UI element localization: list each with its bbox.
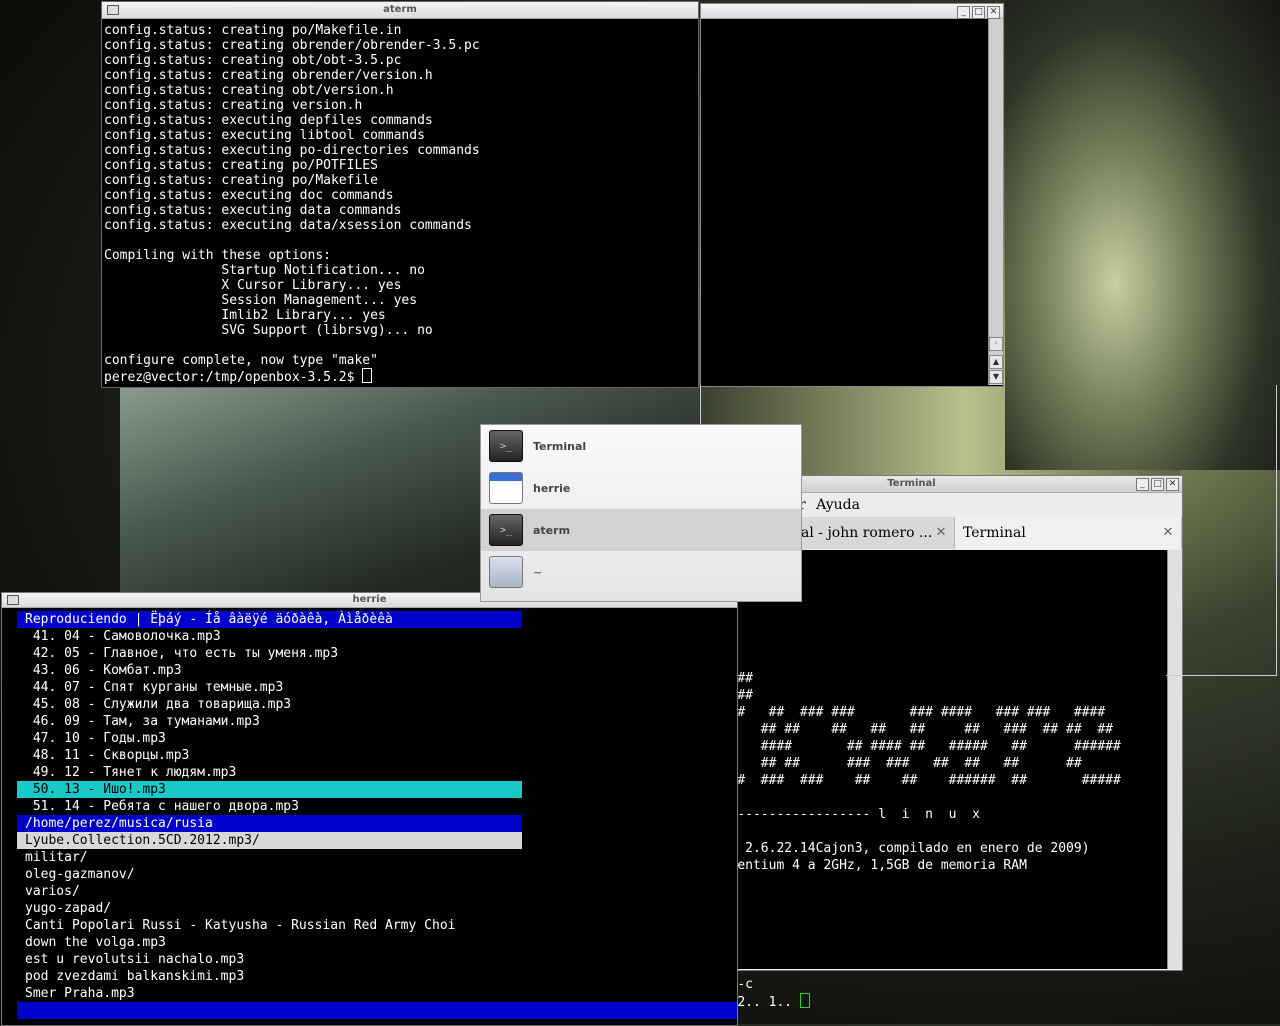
close-tab-icon[interactable]: ✕	[1161, 526, 1175, 540]
terminal-line: config.status: creating po/POTFILES	[104, 158, 378, 173]
gtk-maximize-button[interactable]: □	[1151, 478, 1164, 491]
scroll-thumb[interactable]: ◦	[989, 337, 1003, 351]
bottom-status-bar	[17, 1002, 737, 1019]
terminal-line: config.status: executing data/xsession c…	[104, 218, 472, 233]
terminal-line: SVG Support (librsvg)... no	[104, 323, 433, 338]
playlist-item[interactable]: 46. 09 - Там, за туманами.mp3	[17, 713, 522, 730]
terminal-line: config.status: creating po/Makefile	[104, 173, 378, 188]
blank-titlebar[interactable]: _ □ ✕	[701, 4, 1003, 19]
terminal-line: configure complete, now type "make"	[104, 353, 378, 368]
terminal-line: config.status: creating obt/version.h	[104, 83, 394, 98]
browser-entry[interactable]: militar/	[17, 849, 737, 866]
switcher-item-label: herrie	[533, 481, 571, 495]
text-cursor	[362, 368, 373, 383]
terminal-line: config.status: creating version.h	[104, 98, 363, 113]
browser-entry[interactable]: est u revolutsii nachalo.mp3	[17, 951, 737, 968]
terminal-line: Compiling with these options:	[104, 248, 331, 263]
text-cursor	[799, 993, 810, 1008]
switcher-item-aterm[interactable]: >_ aterm	[481, 509, 801, 551]
maximize-button[interactable]: □	[972, 6, 985, 19]
terminal-line: config.status: creating obrender/version…	[104, 68, 433, 83]
switcher-item-home[interactable]: ~	[481, 551, 801, 593]
playlist-item[interactable]: 49. 12 - Тянет к людям.mp3	[17, 764, 522, 781]
switcher-item-terminal[interactable]: >_ Terminal	[481, 425, 801, 467]
terminal-icon: >_	[489, 514, 523, 546]
foliage-backdrop	[1005, 0, 1280, 470]
playlist[interactable]: 41. 04 - Самоволочка.mp3 42. 05 - Главно…	[17, 628, 522, 815]
tab-john-romero-label: al - john romero ...	[801, 525, 933, 541]
browser-entry[interactable]: pod zvezdami balkanskimi.mp3	[17, 968, 737, 985]
gtk-title: Terminal	[887, 478, 936, 489]
window-menu-icon[interactable]	[7, 595, 19, 605]
terminal-line: config.status: executing libtool command…	[104, 128, 425, 143]
playlist-item[interactable]: 48. 11 - Скворцы.mp3	[17, 747, 522, 764]
close-tab-icon[interactable]: ✕	[934, 526, 948, 540]
close-button[interactable]: ✕	[987, 6, 1000, 19]
terminal-line: Startup Notification... no	[104, 263, 425, 278]
scrollbar[interactable]: ◦ ▲ ▼	[988, 19, 1003, 385]
terminal-line: config.status: executing data commands	[104, 203, 402, 218]
minimize-button[interactable]: _	[957, 6, 970, 19]
browser-entry[interactable]: Lyube.Collection.5CD.2012.mp3/	[17, 832, 522, 849]
terminal-icon: >_	[489, 430, 523, 462]
terminal-line: config.status: creating obt/obt-3.5.pc	[104, 53, 402, 68]
browser-entry[interactable]: yugo-zapad/	[17, 900, 737, 917]
browser-entry[interactable]: varios/	[17, 883, 737, 900]
playlist-item[interactable]: 41. 04 - Самоволочка.mp3	[17, 628, 522, 645]
menu-ayuda[interactable]: Ayuda	[816, 497, 860, 513]
terminal-line: config.status: executing po-directories …	[104, 143, 480, 158]
playlist-item[interactable]: 45. 08 - Служили два товарища.mp3	[17, 696, 522, 713]
terminal-line: X Cursor Library... yes	[104, 278, 402, 293]
playlist-item[interactable]: 42. 05 - Главное, что есть ты уменя.mp3	[17, 645, 522, 662]
window-switcher[interactable]: >_ Terminal herrie >_ aterm ~	[480, 424, 802, 602]
tab-terminal-label: Terminal	[963, 525, 1026, 541]
switcher-item-label: aterm	[533, 523, 571, 537]
scroll-down-button[interactable]: ▼	[989, 370, 1003, 384]
gtk-scrollbar[interactable]	[1167, 550, 1182, 969]
browser-entry[interactable]: oleg-gazmanov/	[17, 866, 737, 883]
path-bar: /home/perez/musica/rusia	[17, 815, 522, 832]
aterm-output[interactable]: config.status: creating po/Makefile.in co…	[102, 19, 698, 385]
herrie-title: herrie	[352, 594, 387, 605]
folder-icon	[489, 556, 523, 588]
browser-entry[interactable]: down the volga.mp3	[17, 934, 737, 951]
aterm-window[interactable]: aterm config.status: creating po/Makefil…	[101, 1, 699, 388]
terminal-line: Imlib2 Library... yes	[104, 308, 386, 323]
playlist-item[interactable]: 44. 07 - Спят курганы темные.mp3	[17, 679, 522, 696]
terminal-line: config.status: creating obrender/obrende…	[104, 38, 480, 53]
switcher-item-herrie[interactable]: herrie	[481, 467, 801, 509]
terminal-line: config.status: executing depfiles comman…	[104, 113, 433, 128]
browser-entry[interactable]: Canti Popolari Russi - Katyusha - Russia…	[17, 917, 737, 934]
now-playing-bar: Reproduciendo | Ëþáý - Íå âàëÿé äóðàêà, …	[17, 611, 522, 628]
blank-terminal-window[interactable]: _ □ ✕ ◦ ▲ ▼	[700, 3, 1004, 387]
playlist-item[interactable]: 47. 10 - Годы.mp3	[17, 730, 522, 747]
terminal-line: Session Management... yes	[104, 293, 418, 308]
herrie-window[interactable]: herrie Reproduciendo | Ëþáý - Íå âàëÿé ä…	[1, 592, 738, 1026]
gtk-close-button[interactable]: ✕	[1166, 478, 1179, 491]
playlist-item-selected[interactable]: 50. 13 - Ишо!.mp3	[17, 781, 522, 798]
shell-prompt[interactable]: perez@vector:/tmp/openbox-3.5.2$	[104, 368, 696, 385]
window-menu-icon[interactable]	[107, 5, 119, 15]
terminal-line: config.status: creating po/Makefile.in	[104, 23, 402, 38]
tab-terminal[interactable]: Terminal ✕	[955, 517, 1182, 549]
playlist-item[interactable]: 51. 14 - Ребята с нашего двора.mp3	[17, 798, 522, 815]
switcher-item-label: ~	[533, 565, 543, 579]
terminal-line: config.status: executing doc commands	[104, 188, 394, 203]
file-browser[interactable]: Lyube.Collection.5CD.2012.mp3/militar/ol…	[17, 832, 737, 1002]
scroll-up-button[interactable]: ▲	[989, 355, 1003, 369]
playlist-item[interactable]: 43. 06 - Комбат.mp3	[17, 662, 522, 679]
aterm-titlebar[interactable]: aterm	[102, 2, 698, 19]
window-icon	[489, 472, 523, 504]
aterm-title: aterm	[383, 4, 417, 15]
switcher-item-label: Terminal	[533, 439, 587, 453]
browser-entry[interactable]: Smer Praha.mp3	[17, 985, 737, 1002]
gtk-minimize-button[interactable]: _	[1136, 478, 1149, 491]
